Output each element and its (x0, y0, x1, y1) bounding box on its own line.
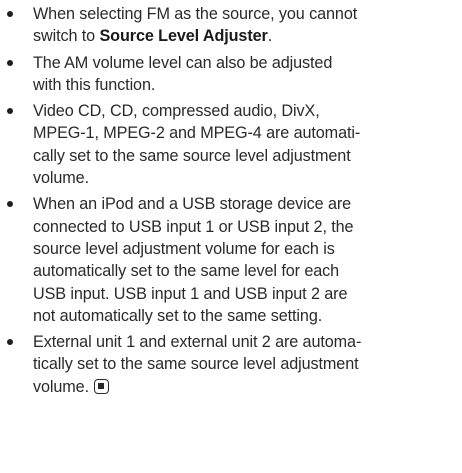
note-text: When an iPod and a USB storage device ar… (33, 195, 352, 214)
end-of-section-icon (94, 378, 110, 394)
note-text: not automatically set to the same settin… (33, 306, 323, 325)
note-line: External unit 1 and external unit 2 are … (33, 331, 460, 353)
note-line: volume. (33, 376, 460, 398)
note-line: not automatically set to the same settin… (33, 305, 460, 327)
note-item: When selecting FM as the source, you can… (0, 3, 462, 48)
bullet-icon (7, 339, 13, 346)
bullet-icon (7, 59, 13, 66)
note-item: Video CD, CD, compressed audio, DivX, MPE… (0, 100, 462, 189)
note-line: automatically set to the same level for … (33, 260, 460, 282)
note-text: USB input. USB input 1 and USB input 2 a… (33, 284, 348, 303)
note-text: cally set to the same source level adjus… (33, 146, 351, 165)
setting-name: Source Level Adjuster (99, 27, 268, 46)
note-line: switch to Source Level Adjuster. (33, 25, 460, 47)
note-line: source level adjustment volume for each … (33, 238, 460, 260)
note-line: with this function. (33, 74, 460, 96)
note-text: When selecting FM as the source, you can… (33, 5, 358, 23)
note-text: with this function. (33, 75, 156, 94)
note-item: When an iPod and a USB storage device ar… (0, 193, 462, 327)
notes-list: When selecting FM as the source, you can… (0, 3, 462, 402)
note-line: The AM volume level can also be adjusted (33, 52, 460, 74)
note-text: volume. (33, 377, 89, 396)
note-text: volume. (33, 169, 89, 188)
note-line: volume. (33, 167, 460, 189)
note-text: Video CD, CD, compressed audio, DivX, (33, 102, 320, 121)
note-line: connected to USB input 1 or USB input 2,… (33, 216, 460, 238)
note-text: connected to USB input 1 or USB input 2,… (33, 217, 354, 236)
note-line: MPEG-1, MPEG-2 and MPEG-4 are automati- (33, 122, 460, 144)
note-text: switch to (33, 27, 100, 46)
note-text: MPEG-1, MPEG-2 and MPEG-4 are automati- (33, 124, 361, 143)
note-item: The AM volume level can also be adjusted… (0, 52, 462, 97)
note-text: tically set to the same source level adj… (33, 355, 359, 374)
note-line: tically set to the same source level adj… (33, 353, 460, 375)
note-text: source level adjustment volume for each … (33, 239, 335, 258)
note-line: When selecting FM as the source, you can… (33, 3, 460, 25)
note-text-suffix: . (267, 27, 273, 46)
note-text: The AM volume level can also be adjusted (33, 53, 333, 72)
bullet-icon (7, 201, 13, 208)
note-line: When an iPod and a USB storage device ar… (33, 193, 460, 215)
bullet-icon (7, 108, 13, 115)
note-text: External unit 1 and external unit 2 are … (33, 333, 362, 352)
note-line: Video CD, CD, compressed audio, DivX, (33, 100, 460, 122)
note-line: USB input. USB input 1 and USB input 2 a… (33, 283, 460, 305)
note-item: External unit 1 and external unit 2 are … (0, 331, 462, 398)
note-text: automatically set to the same level for … (33, 262, 340, 281)
note-line: cally set to the same source level adjus… (33, 145, 460, 167)
bullet-icon (7, 11, 13, 17)
